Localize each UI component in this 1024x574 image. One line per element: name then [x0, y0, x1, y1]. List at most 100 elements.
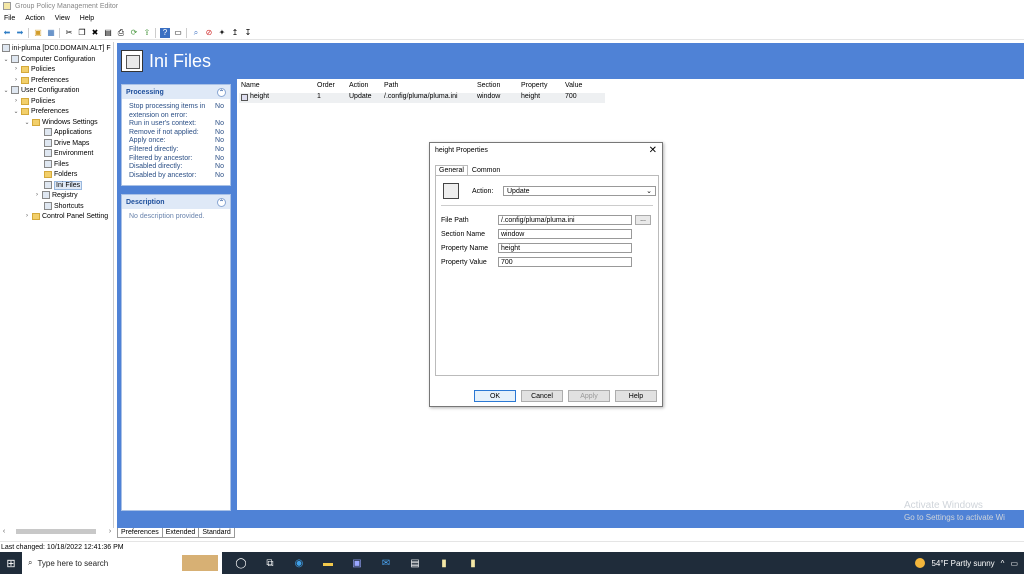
print-icon[interactable]: ⎙	[116, 28, 126, 38]
action-select[interactable]: Update ⌄	[503, 186, 656, 196]
move-down-icon[interactable]: ↧	[243, 28, 253, 38]
stop-icon[interactable]: ⊘	[204, 28, 214, 38]
scroll-left-icon[interactable]: ‹	[0, 528, 8, 535]
chevron-right-icon[interactable]: ›	[13, 66, 19, 72]
up-folder-icon[interactable]: ▣	[33, 28, 43, 38]
folder-icon	[32, 118, 40, 126]
toolbar-separator	[155, 27, 157, 38]
mail-icon[interactable]: ✉	[375, 554, 397, 572]
move-up-icon[interactable]: ↥	[230, 28, 240, 38]
search-icon[interactable]: ⌕	[191, 28, 201, 38]
tree-item-preferences[interactable]: › Preferences	[13, 75, 69, 85]
ok-button[interactable]: OK	[474, 390, 516, 402]
show-hide-tree-icon[interactable]: ▦	[46, 28, 56, 38]
browse-button[interactable]: ...	[635, 215, 651, 225]
chevron-down-icon[interactable]: ⌄	[24, 119, 30, 126]
apply-button[interactable]: Apply	[568, 390, 610, 402]
property-value-field[interactable]: 700	[498, 257, 632, 267]
scroll-right-icon[interactable]: ›	[106, 528, 114, 535]
taskbar-apps: ◯ ⧉ ◉ ▬ ▣ ✉ ▤ ▮ ▮	[222, 554, 484, 572]
taskbar: ⊞ ⌕ Type here to search ◯ ⧉ ◉ ▬ ▣ ✉ ▤ ▮ …	[0, 552, 1024, 574]
column-property[interactable]: Property	[521, 82, 547, 89]
tree-item-computer-configuration[interactable]: ⌄ Computer Configuration	[3, 54, 95, 64]
close-icon[interactable]: ✕	[649, 145, 657, 156]
menu-view[interactable]: View	[55, 15, 70, 22]
column-path[interactable]: Path	[384, 82, 398, 89]
tree-item-policies[interactable]: › Policies	[13, 64, 55, 74]
tree-item-registry[interactable]: › Registry	[34, 190, 78, 200]
tree-root[interactable]: ini-pluma [DC0.DOMAIN.ALT] F	[2, 43, 111, 53]
menu-file[interactable]: File	[4, 15, 15, 22]
taskbar-search[interactable]: ⌕ Type here to search	[22, 552, 222, 574]
tree-horizontal-scrollbar[interactable]: ‹ ›	[0, 527, 114, 536]
cut-icon[interactable]: ✂	[64, 28, 74, 38]
tree-item-user-configuration[interactable]: ⌄ User Configuration	[3, 85, 79, 95]
server-manager-icon[interactable]: ▤	[404, 554, 426, 572]
properties-icon[interactable]: ▤	[103, 28, 113, 38]
add-icon[interactable]: ✦	[217, 28, 227, 38]
chevron-down-icon[interactable]: ⌄	[3, 87, 9, 94]
view-icon[interactable]: ▭	[173, 28, 183, 38]
column-name[interactable]: Name	[241, 82, 260, 89]
cortana-icon[interactable]: ◯	[230, 554, 252, 572]
help-button[interactable]: Help	[615, 390, 657, 402]
tree-item-drive-maps[interactable]: Drive Maps	[44, 138, 89, 148]
export-icon[interactable]: ⇪	[142, 28, 152, 38]
tree-item-control-panel-settings[interactable]: › Control Panel Setting	[24, 211, 108, 221]
network-icon[interactable]: ▭	[1010, 559, 1018, 568]
tree-item-environment[interactable]: Environment	[44, 148, 93, 158]
tab-common[interactable]: Common	[467, 165, 505, 175]
edge-icon[interactable]: ◉	[288, 554, 310, 572]
refresh-icon[interactable]: ⟳	[129, 28, 139, 38]
scroll-thumb[interactable]	[16, 529, 96, 534]
tree-item-preferences[interactable]: ⌄ Preferences	[13, 106, 69, 116]
chevron-right-icon[interactable]: ›	[13, 77, 19, 83]
weather-text[interactable]: 54°F Partly sunny	[931, 559, 994, 568]
tab-standard[interactable]: Standard	[198, 528, 235, 538]
tab-extended[interactable]: Extended	[161, 528, 200, 538]
help-icon[interactable]: ?	[160, 27, 170, 38]
files-icon	[44, 160, 52, 168]
tree-item-windows-settings[interactable]: ⌄ Windows Settings	[24, 117, 98, 127]
windows-start-icon[interactable]: ⊞	[0, 552, 22, 574]
table-row[interactable]: height 1 Update /.config/pluma/pluma.ini…	[239, 93, 605, 103]
chevron-down-icon[interactable]: ⌄	[13, 108, 19, 115]
chevron-right-icon[interactable]: ›	[34, 192, 40, 198]
forward-icon[interactable]: ➡	[15, 28, 25, 38]
column-value[interactable]: Value	[565, 82, 582, 89]
property-name-field[interactable]: height	[498, 243, 632, 253]
ini-files-icon	[121, 50, 143, 72]
collapse-icon[interactable]: ⌃	[217, 197, 226, 207]
menu-action[interactable]: Action	[25, 15, 44, 22]
file-explorer-icon[interactable]: ▬	[317, 554, 339, 572]
gpo-editor-icon[interactable]: ▮	[433, 554, 455, 572]
tree-item-shortcuts[interactable]: Shortcuts	[44, 201, 84, 211]
column-section[interactable]: Section	[477, 82, 500, 89]
menu-help[interactable]: Help	[80, 15, 94, 22]
chevron-right-icon[interactable]: ›	[24, 213, 30, 219]
chevron-right-icon[interactable]: ›	[13, 98, 19, 104]
column-order[interactable]: Order	[317, 82, 335, 89]
column-action[interactable]: Action	[349, 82, 368, 89]
tree-item-files[interactable]: Files	[44, 159, 69, 169]
collapse-icon[interactable]: ⌃	[217, 87, 226, 97]
tab-general[interactable]: General	[435, 165, 468, 175]
tree-item-applications[interactable]: Applications	[44, 127, 92, 137]
back-icon[interactable]: ⬅	[2, 28, 12, 38]
delete-icon[interactable]: ✖	[90, 28, 100, 38]
store-icon[interactable]: ▣	[346, 554, 368, 572]
tree-item-policies[interactable]: › Policies	[13, 96, 55, 106]
gpo-icon	[2, 44, 10, 52]
chevron-down-icon[interactable]: ⌄	[3, 56, 9, 63]
gpo-editor-icon[interactable]: ▮	[462, 554, 484, 572]
activation-watermark: Activate Windows Go to Settings to activ…	[904, 500, 1005, 522]
cancel-button[interactable]: Cancel	[521, 390, 563, 402]
file-path-field[interactable]: /.config/pluma/pluma.ini	[498, 215, 632, 225]
tree-item-folders[interactable]: Folders	[44, 169, 77, 179]
chevron-up-icon[interactable]: ^	[1001, 559, 1005, 568]
tree-item-ini-files[interactable]: Ini Files	[44, 180, 83, 190]
task-view-icon[interactable]: ⧉	[259, 554, 281, 572]
section-name-field[interactable]: window	[498, 229, 632, 239]
copy-icon[interactable]: ❐	[77, 28, 87, 38]
tab-preferences[interactable]: Preferences	[117, 528, 163, 538]
